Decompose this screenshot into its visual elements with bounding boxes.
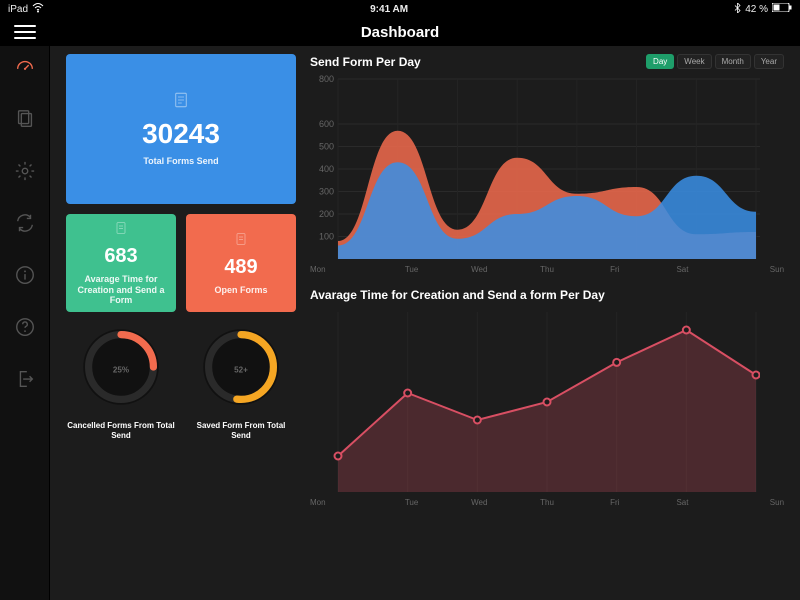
svg-text:400: 400 [319,164,334,174]
open-forms-label: Open Forms [214,285,267,296]
card-total-forms[interactable]: 30243 Total Forms Send [66,54,296,204]
total-forms-label: Total Forms Send [143,156,218,167]
svg-text:100: 100 [319,232,334,242]
dashboard-icon[interactable] [14,56,36,78]
line-chart-title: Avarage Time for Creation and Send a for… [310,288,605,302]
gauge-saved-label: Saved Form From Total Send [186,421,296,440]
line-chart [310,306,760,496]
battery-label: 42 % [745,4,768,15]
avg-time-label: Avarage Time for Creation and Send a For… [66,274,176,306]
svg-text:500: 500 [319,142,334,152]
gauge-cancelled-label: Cancelled Forms From Total Send [66,421,176,440]
device-label: iPad [8,4,28,15]
segment-week[interactable]: Week [677,54,711,69]
total-forms-value: 30243 [142,118,220,150]
page-title: Dashboard [0,24,800,41]
card-open-forms[interactable]: 489 Open Forms [186,214,296,312]
copy-icon[interactable] [14,108,36,130]
segment-month[interactable]: Month [715,54,751,69]
svg-text:200: 200 [319,209,334,219]
content: 30243 Total Forms Send 683 Avarage Time … [50,46,800,600]
gauge-cancelled: 25% Cancelled Forms From Total Send [66,322,176,440]
area-chart-title: Send Form Per Day [310,55,421,69]
info-icon[interactable] [14,264,36,286]
gear-icon[interactable] [14,160,36,182]
svg-text:600: 600 [319,119,334,129]
area-chart: 100 200 300 400 500 600 800 [310,73,760,263]
svg-text:300: 300 [319,187,334,197]
battery-icon [772,3,792,15]
forms-icon [172,91,190,114]
card-avg-time[interactable]: 683 Avarage Time for Creation and Send a… [66,214,176,312]
bluetooth-icon [734,3,741,16]
help-icon[interactable] [14,316,36,338]
segment-year[interactable]: Year [754,54,784,69]
open-icon [233,231,249,252]
svg-text:52+: 52+ [234,365,248,374]
wifi-icon [32,3,44,16]
status-bar: iPad 9:41 AM 42 % [0,0,800,18]
avg-time-value: 683 [104,245,137,268]
app-header: Dashboard [0,18,800,46]
timer-icon [113,220,129,241]
gauge-saved: 52+ Saved Form From Total Send [186,322,296,440]
area-chart-x-axis: MonTueWedThuFriSatSun [310,265,784,274]
svg-text:25%: 25% [113,365,129,374]
svg-text:800: 800 [319,74,334,84]
clock: 9:41 AM [44,4,734,15]
time-segment: DayWeek MonthYear [646,54,784,69]
line-chart-x-axis: MonTueWedThuFriSatSun [310,498,784,507]
logout-icon[interactable] [14,368,36,390]
open-forms-value: 489 [224,256,257,279]
sidebar [0,46,50,600]
sync-icon[interactable] [14,212,36,234]
segment-day[interactable]: Day [646,54,674,69]
